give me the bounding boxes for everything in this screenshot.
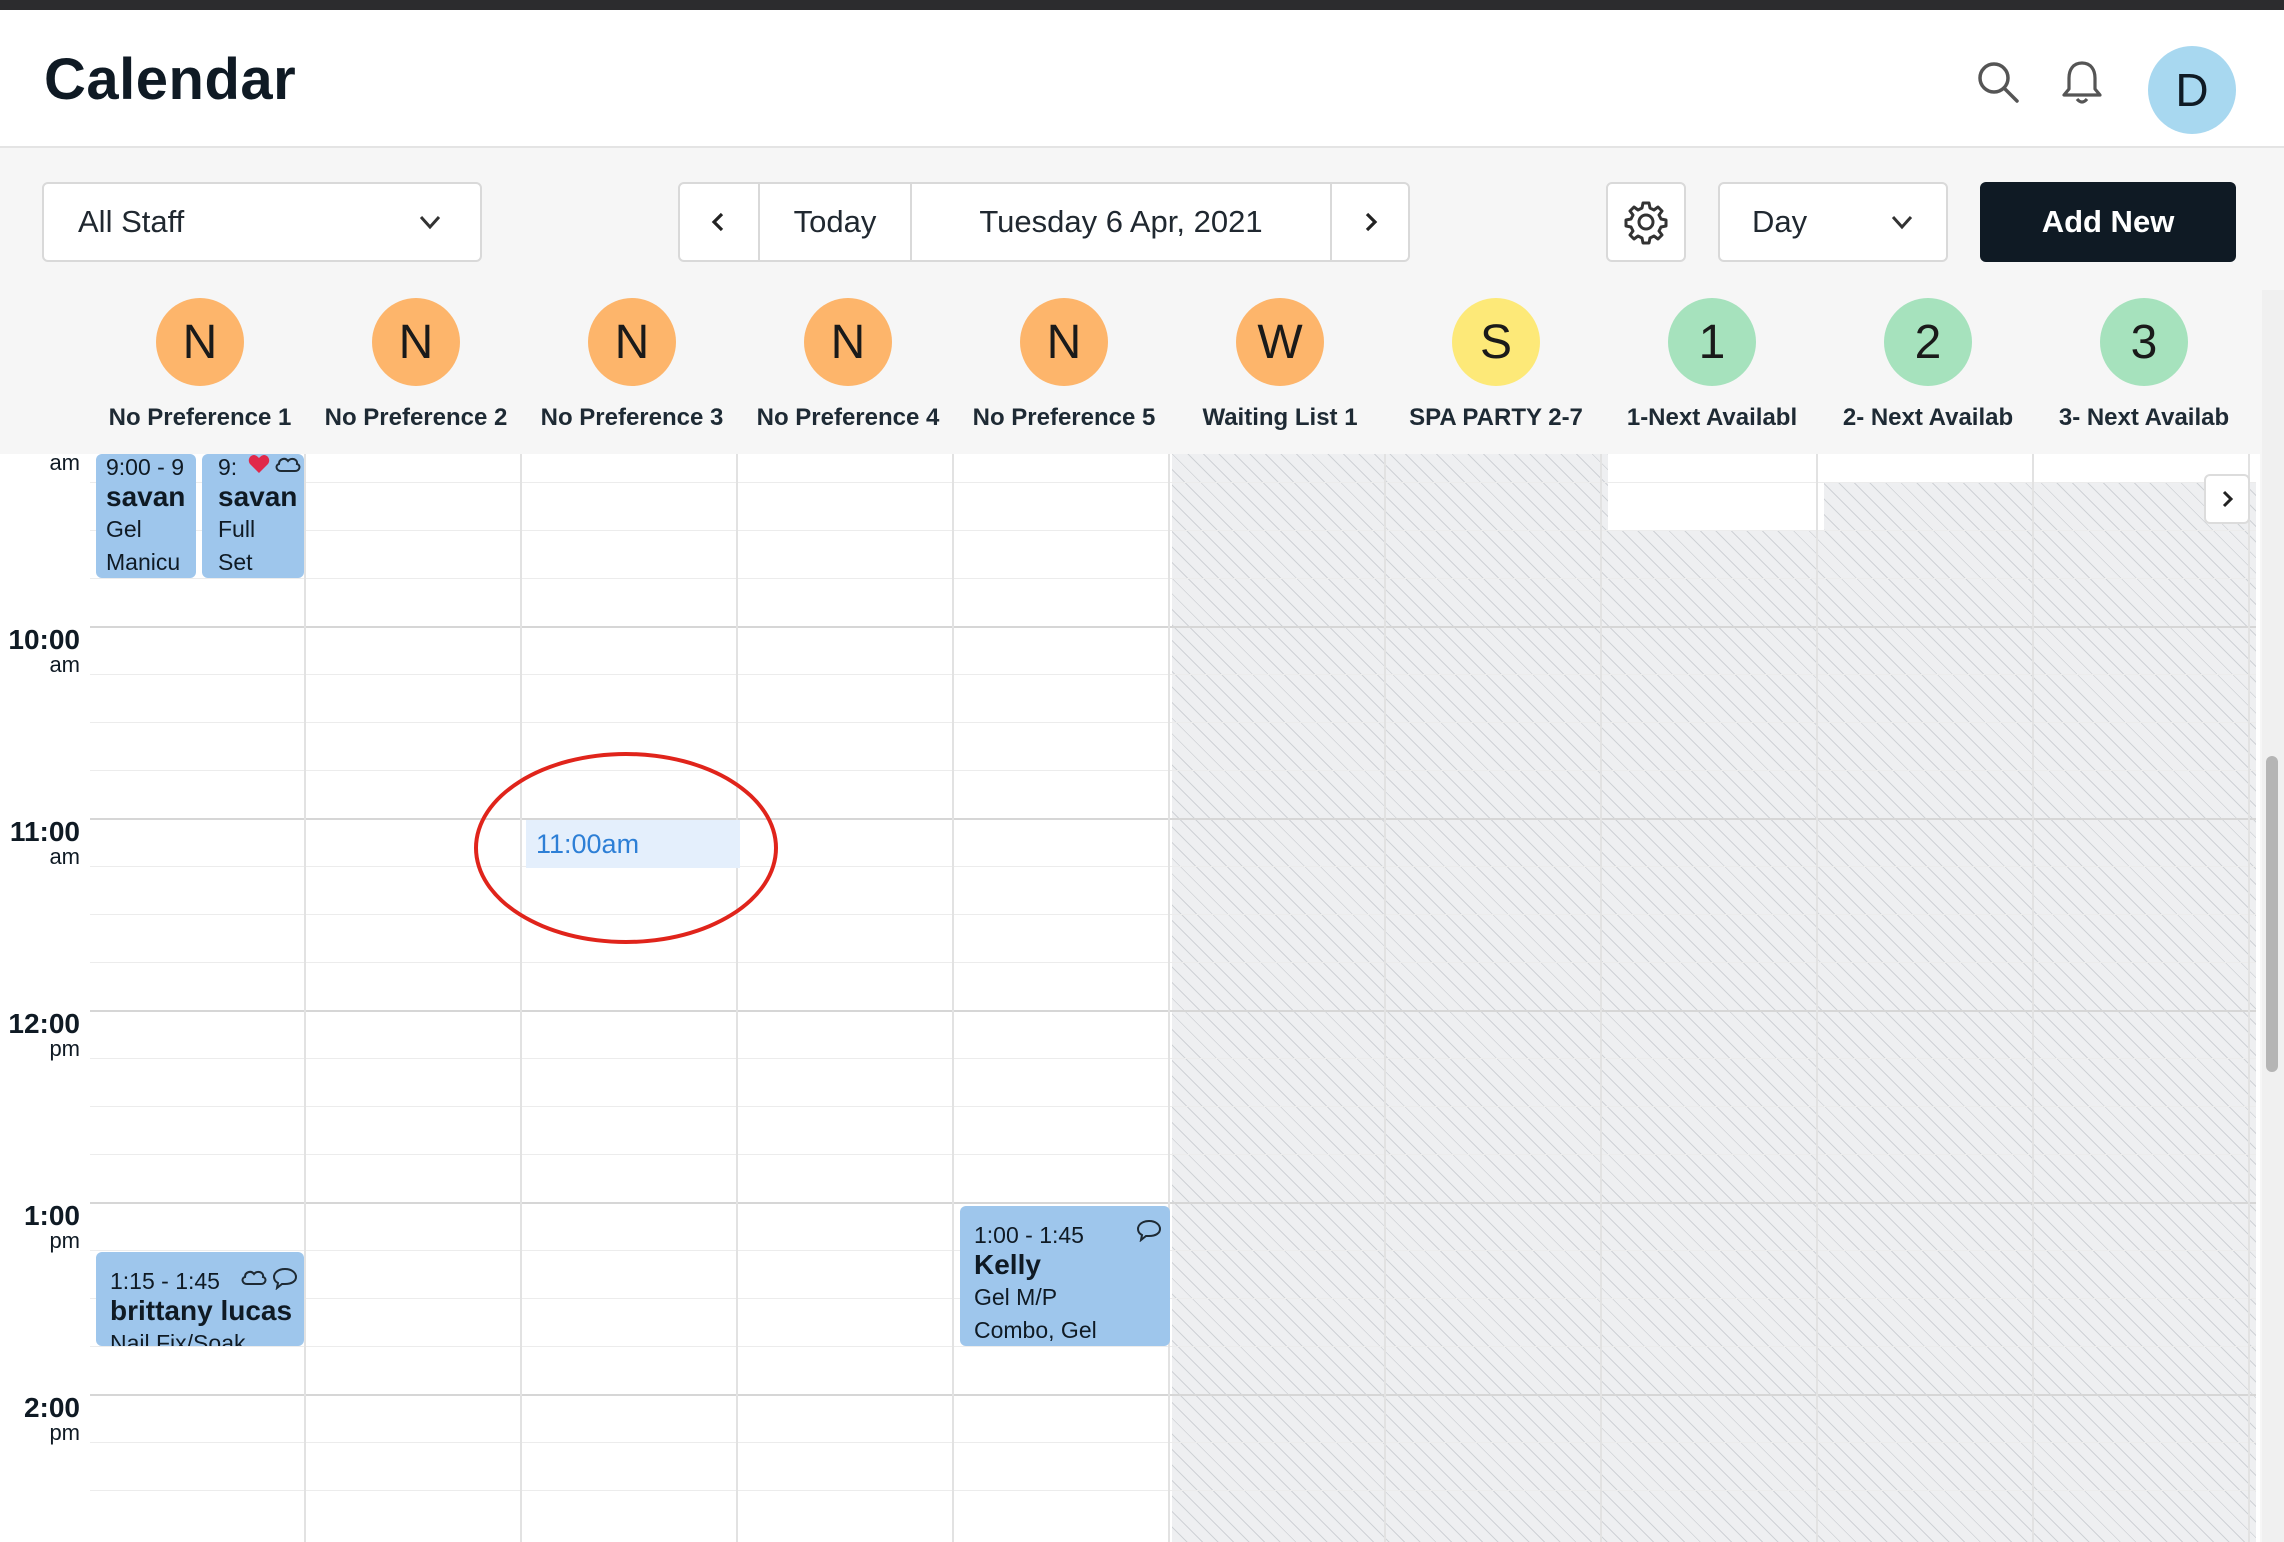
chevron-down-icon	[416, 208, 444, 244]
time-label: 1:00 pm	[23, 1200, 80, 1253]
chevron-right-icon	[1365, 212, 1378, 232]
time-label: 12:00 pm	[8, 1008, 80, 1061]
staff-name: 2- Next Availab	[1842, 404, 2014, 431]
user-avatar[interactable]: D	[2148, 46, 2236, 134]
staff-avatar: N	[1020, 298, 1108, 386]
staff-column-header[interactable]: 1 1-Next Availabl	[1604, 290, 1820, 440]
search-icon[interactable]	[1970, 54, 2026, 110]
calendar-grid[interactable]: am 10:00 am 11:00 am 12:00 pm 1:00 pm 2:00 pm	[0, 454, 2260, 1542]
scrollbar-thumb[interactable]	[2266, 756, 2278, 1072]
time-label: 11:00 am	[9, 816, 80, 869]
add-new-button[interactable]: Add New	[1980, 182, 2236, 262]
chevron-down-icon	[1888, 208, 1916, 244]
staff-column-header[interactable]: W Waiting List 1	[1172, 290, 1388, 440]
gear-icon	[1624, 201, 1668, 245]
staff-day-column[interactable]	[738, 454, 954, 1542]
staff-avatar: N	[804, 298, 892, 386]
staff-name: 3- Next Availab	[2058, 404, 2230, 431]
staff-avatar: 2	[1884, 298, 1972, 386]
today-button[interactable]: Today	[760, 184, 912, 260]
staff-day-column[interactable]	[522, 454, 738, 1542]
staff-name: No Preference 2	[324, 404, 508, 431]
page-title: Calendar	[44, 47, 297, 112]
staff-filter-value: All Staff	[78, 204, 185, 239]
staff-day-column[interactable]	[2034, 454, 2250, 1542]
time-gutter: am 10:00 am 11:00 am 12:00 pm 1:00 pm 2:00 pm	[0, 454, 90, 1542]
staff-day-column[interactable]	[954, 454, 1170, 1542]
staff-avatar: N	[156, 298, 244, 386]
staff-day-column[interactable]	[1386, 454, 1602, 1542]
staff-name: SPA PARTY 2-7	[1409, 404, 1583, 431]
staff-name: No Preference 4	[756, 404, 940, 431]
view-mode-select[interactable]: Day	[1718, 182, 1948, 262]
staff-avatar: 1	[1668, 298, 1756, 386]
staff-day-column[interactable]	[306, 454, 522, 1542]
staff-day-column[interactable]	[1818, 454, 2034, 1542]
calendar-toolbar: All Staff Today Tuesday 6 Apr, 2021 Day …	[0, 150, 2284, 286]
staff-column-header[interactable]: S SPA PARTY 2-7	[1388, 290, 1604, 440]
comment-icon	[1136, 1219, 1162, 1242]
cloud-icon	[241, 1270, 267, 1285]
staff-header-row: N No Preference 1 N No Preference 2 N No…	[0, 290, 2260, 440]
view-mode-value: Day	[1752, 204, 1808, 239]
staff-name: No Preference 1	[108, 404, 292, 431]
annotation-circle	[474, 752, 778, 944]
chevron-right-icon	[2222, 490, 2234, 508]
staff-day-column[interactable]	[1170, 454, 1386, 1542]
appointment-card[interactable]: 9: savan Full Set	[202, 454, 304, 578]
time-label: 10:00 am	[8, 624, 80, 677]
calendar-settings-button[interactable]	[1606, 182, 1686, 262]
time-label: am	[49, 454, 80, 475]
app-header: Calendar D	[0, 10, 2284, 148]
staff-avatar: S	[1452, 298, 1540, 386]
date-display[interactable]: Tuesday 6 Apr, 2021	[912, 184, 1332, 260]
staff-avatar: N	[588, 298, 676, 386]
comment-icon	[272, 1267, 298, 1290]
appointment-card[interactable]: 1:00 - 1:45 Kelly Gel M/P Combo, Gel	[960, 1206, 1170, 1346]
staff-avatar: W	[1236, 298, 1324, 386]
appointment-card[interactable]: 1:15 - 1:45 brittany lucas Nail Fix/Soak	[96, 1252, 304, 1346]
staff-column-header[interactable]: N No Preference 2	[308, 290, 524, 440]
staff-name: No Preference 3	[540, 404, 724, 431]
prev-day-button[interactable]	[680, 184, 760, 260]
date-navigator: Today Tuesday 6 Apr, 2021	[678, 182, 1410, 262]
staff-column-header[interactable]: 3 3- Next Availab	[2036, 290, 2252, 440]
staff-column-header[interactable]: N No Preference 1	[92, 290, 308, 440]
chevron-left-icon	[711, 212, 724, 232]
appointment-card[interactable]: 9:00 - 9 savan Gel Manicu	[96, 454, 196, 578]
staff-column-header[interactable]: N No Preference 3	[524, 290, 740, 440]
cloud-icon	[275, 457, 301, 472]
staff-avatar: 3	[2100, 298, 2188, 386]
staff-name: 1-Next Availabl	[1626, 404, 1798, 431]
window-top-bar	[0, 0, 2284, 10]
time-label: 2:00 pm	[23, 1392, 80, 1445]
staff-column-header[interactable]: N No Preference 4	[740, 290, 956, 440]
staff-filter-select[interactable]: All Staff	[42, 182, 482, 262]
staff-day-column[interactable]	[1602, 454, 1818, 1542]
scroll-columns-right-button[interactable]	[2204, 474, 2250, 524]
staff-name: No Preference 5	[972, 404, 1156, 431]
bell-icon[interactable]	[2054, 54, 2110, 110]
staff-columns	[90, 454, 2256, 1542]
heart-icon	[248, 455, 270, 473]
staff-name: Waiting List 1	[1202, 404, 1358, 431]
staff-column-header[interactable]: N No Preference 5	[956, 290, 1172, 440]
staff-column-header[interactable]: 2 2- Next Availab	[1820, 290, 2036, 440]
next-day-button[interactable]	[1332, 184, 1408, 260]
staff-avatar: N	[372, 298, 460, 386]
staff-day-column[interactable]	[90, 454, 306, 1542]
